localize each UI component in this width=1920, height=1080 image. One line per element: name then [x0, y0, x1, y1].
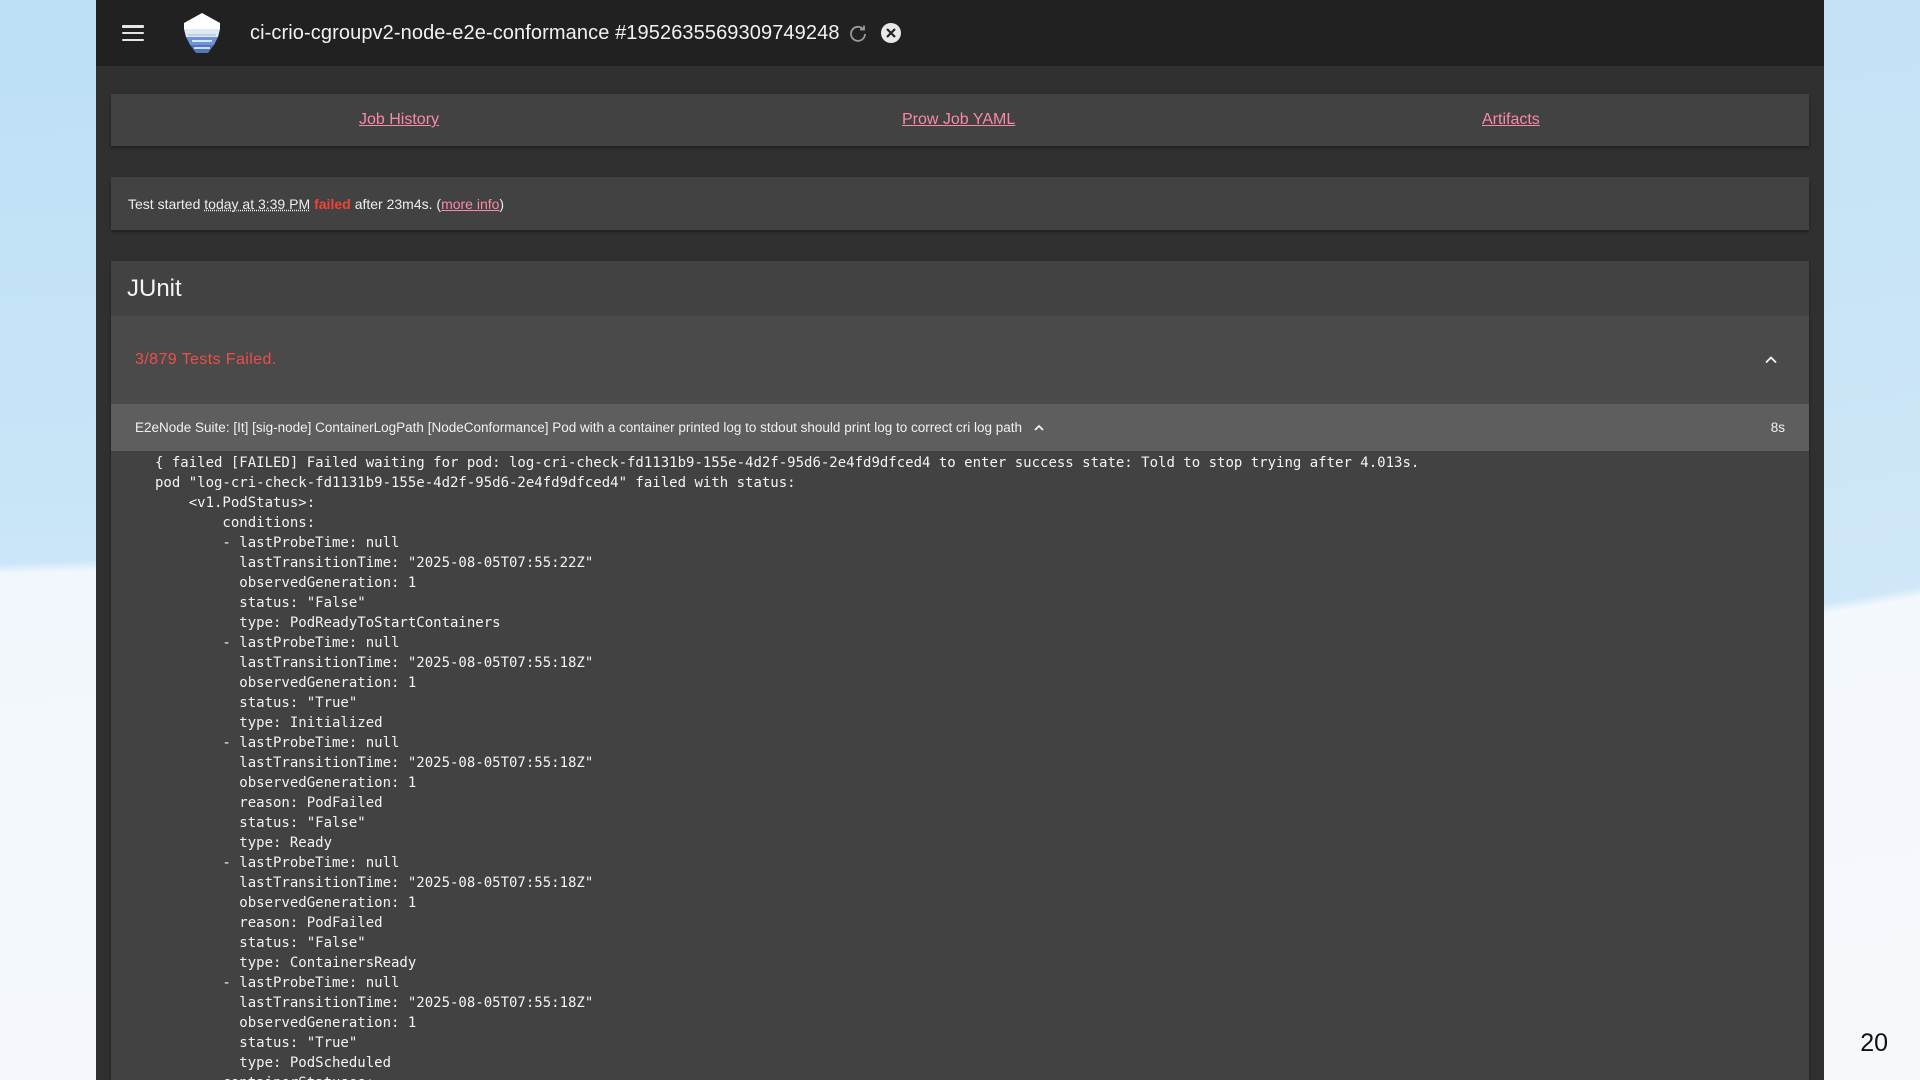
- slide-background-left: [0, 0, 96, 1080]
- refresh-icon[interactable]: [848, 23, 868, 43]
- log-line: lastTransitionTime: "2025-08-05T07:55:18…: [155, 875, 594, 891]
- artifacts-link[interactable]: Artifacts: [1482, 111, 1540, 129]
- log-line: conditions:: [155, 515, 316, 531]
- slide-background-right: [1824, 0, 1920, 1080]
- log-line: observedGeneration: 1: [155, 775, 417, 791]
- log-line: containerStatuses:: [155, 1073, 1809, 1080]
- log-line: { failed [FAILED] Failed waiting for pod…: [155, 455, 1420, 471]
- log-line: <v1.PodStatus>:: [155, 495, 316, 511]
- log-line: pod "log-cri-check-fd1131b9-155e-4d2f-95…: [155, 475, 796, 491]
- log-line: - lastProbeTime: null: [155, 975, 400, 991]
- log-line: lastTransitionTime: "2025-08-05T07:55:18…: [155, 995, 594, 1011]
- failure-log: { failed [FAILED] Failed waiting for pod…: [111, 451, 1809, 1080]
- log-line: type: PodReadyToStartContainers: [155, 615, 501, 631]
- log-line: status: "False": [155, 595, 366, 611]
- slide-page-number: 20: [1860, 1029, 1888, 1057]
- log-line: - lastProbeTime: null: [155, 635, 400, 651]
- test-name: E2eNode Suite: [It] [sig-node] Container…: [135, 420, 1046, 435]
- chevron-up-icon[interactable]: [1032, 421, 1046, 435]
- failed-tests-header[interactable]: 3/879 Tests Failed.: [111, 316, 1809, 404]
- failed-test-row[interactable]: E2eNode Suite: [It] [sig-node] Container…: [111, 404, 1809, 451]
- close-icon[interactable]: [880, 22, 902, 44]
- log-line: observedGeneration: 1: [155, 895, 417, 911]
- log-line: observedGeneration: 1: [155, 675, 417, 691]
- log-line: lastTransitionTime: "2025-08-05T07:55:18…: [155, 755, 594, 771]
- more-info-link[interactable]: more info: [441, 196, 499, 212]
- log-line: status: "True": [155, 695, 358, 711]
- prow-job-yaml-link[interactable]: Prow Job YAML: [902, 111, 1015, 129]
- test-name-label: E2eNode Suite: [It] [sig-node] Container…: [135, 420, 1023, 435]
- log-line: reason: PodFailed: [155, 795, 383, 811]
- test-duration: 8s: [1770, 420, 1785, 435]
- job-title: ci-crio-cgroupv2-node-e2e-conformance #1…: [250, 21, 840, 44]
- junit-title: JUnit: [127, 274, 182, 302]
- test-status-card: Test started today at 3:39 PM failed aft…: [111, 177, 1809, 230]
- log-line: status: "False": [155, 815, 366, 831]
- duration-text: after 23m4s. (: [354, 195, 442, 212]
- prow-logo-icon: [184, 13, 220, 53]
- top-bar: ci-crio-cgroupv2-node-e2e-conformance #1…: [96, 0, 1824, 66]
- log-line: - lastProbeTime: null: [155, 535, 400, 551]
- status-prefix: Test started: [128, 195, 201, 212]
- status-suffix: ): [499, 195, 505, 212]
- links-card: Job History Prow Job YAML Artifacts: [111, 94, 1809, 146]
- log-line: observedGeneration: 1: [155, 1015, 417, 1031]
- log-line: status: "True": [155, 1035, 358, 1051]
- log-line: type: Ready: [155, 835, 333, 851]
- log-line: type: Initialized: [155, 715, 383, 731]
- job-history-link[interactable]: Job History: [359, 111, 439, 129]
- junit-card: JUnit 3/879 Tests Failed. E2eNode Suite:…: [111, 261, 1809, 1080]
- log-line: lastTransitionTime: "2025-08-05T07:55:18…: [155, 655, 594, 671]
- log-line: type: ContainersReady: [155, 955, 417, 971]
- log-line: - lastProbeTime: null: [155, 735, 400, 751]
- log-line: reason: PodFailed: [155, 915, 383, 931]
- status-badge: failed: [314, 195, 351, 212]
- failed-tests-summary: 3/879 Tests Failed.: [135, 351, 277, 368]
- log-line: lastTransitionTime: "2025-08-05T07:55:22…: [155, 555, 594, 571]
- log-line: status: "False": [155, 935, 366, 951]
- log-line: type: PodScheduled: [155, 1055, 392, 1071]
- menu-icon[interactable]: [122, 25, 144, 41]
- start-time: today at 3:39 PM: [204, 195, 311, 212]
- log-line: observedGeneration: 1: [155, 575, 417, 591]
- spyglass-window: ci-crio-cgroupv2-node-e2e-conformance #1…: [96, 0, 1824, 1080]
- chevron-up-icon[interactable]: [1763, 352, 1779, 368]
- log-line: - lastProbeTime: null: [155, 855, 400, 871]
